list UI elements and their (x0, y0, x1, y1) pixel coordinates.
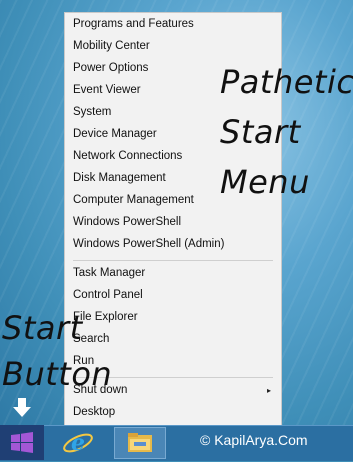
file-explorer-button[interactable] (114, 427, 166, 459)
menu-item-desktop[interactable]: Desktop (73, 406, 115, 418)
menu-item-power-options[interactable]: Power Options (73, 62, 148, 74)
internet-explorer-icon[interactable]: e (58, 427, 98, 459)
menu-item-event-viewer[interactable]: Event Viewer (73, 84, 141, 96)
menu-item-mobility-center[interactable]: Mobility Center (73, 40, 150, 52)
menu-separator (73, 260, 273, 261)
file-explorer-icon (128, 433, 152, 452)
menu-item-system[interactable]: System (73, 106, 111, 118)
menu-item-control-panel[interactable]: Control Panel (73, 289, 143, 301)
menu-item-programs-and-features[interactable]: Programs and Features (73, 18, 194, 30)
annotation-menu: Menu (220, 163, 310, 201)
menu-item-device-manager[interactable]: Device Manager (73, 128, 157, 140)
annotation-start: Start (220, 113, 301, 151)
menu-item-disk-management[interactable]: Disk Management (73, 172, 166, 184)
submenu-arrow-icon: ▸ (266, 386, 271, 395)
menu-item-task-manager[interactable]: Task Manager (73, 267, 145, 279)
annotation-start-button-line1: Start (2, 309, 83, 347)
start-button[interactable] (0, 425, 44, 460)
menu-item-network-connections[interactable]: Network Connections (73, 150, 182, 162)
annotation-start-button-line2: Button (2, 355, 113, 393)
menu-item-computer-management[interactable]: Computer Management (73, 194, 194, 206)
windows-logo-icon (11, 432, 33, 453)
svg-text:e: e (71, 430, 85, 456)
down-arrow-icon (13, 398, 31, 417)
annotation-pathetic: Pathetic (220, 63, 353, 101)
watermark-text: © KapilArya.Com (200, 432, 308, 448)
menu-item-windows-powershell[interactable]: Windows PowerShell (73, 216, 181, 228)
menu-item-windows-powershell-admin[interactable]: Windows PowerShell (Admin) (73, 238, 224, 250)
